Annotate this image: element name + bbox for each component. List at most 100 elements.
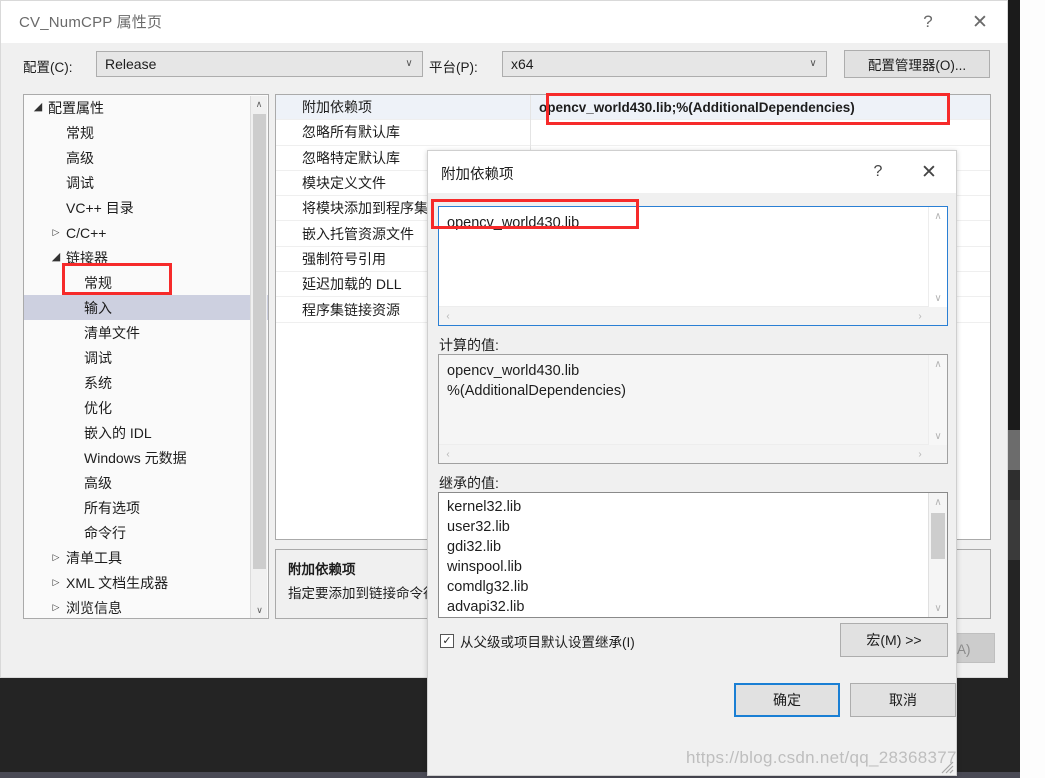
dependencies-vertical-scrollbar[interactable]: ∧ ∨ bbox=[928, 207, 947, 307]
tree-list: 配置属性常规高级调试VC++ 目录C/C++链接器常规输入清单文件调试系统优化嵌… bbox=[24, 95, 268, 618]
computed-value-text: opencv_world430.lib %(AdditionalDependenc… bbox=[439, 355, 929, 445]
scroll-down-icon[interactable]: ∨ bbox=[929, 289, 947, 307]
table-row[interactable]: 附加依赖项 opencv_world430.lib;%(AdditionalDep… bbox=[276, 95, 990, 121]
tree-item-label: 浏览信息 bbox=[66, 599, 122, 616]
ok-button[interactable]: 确定 bbox=[734, 683, 840, 717]
inherited-value-label: 继承的值: bbox=[439, 475, 499, 491]
tree-item-label: 系统 bbox=[84, 374, 112, 391]
scrollbar-corner bbox=[929, 307, 947, 325]
tree-scrollbar-thumb[interactable] bbox=[253, 114, 266, 569]
tree-item-13[interactable]: 嵌入的 IDL bbox=[24, 420, 268, 445]
tree-item-9[interactable]: 清单文件 bbox=[24, 320, 268, 345]
configuration-value: Release bbox=[105, 56, 157, 72]
help-icon[interactable]: ? bbox=[855, 151, 901, 193]
tree-item-8[interactable]: 输入 bbox=[24, 295, 268, 320]
dependencies-input[interactable]: opencv_world430.lib ∧ ∨ ‹ › bbox=[438, 206, 948, 326]
computed-value-line: %(AdditionalDependencies) bbox=[447, 383, 626, 399]
table-row[interactable]: 忽略所有默认库 bbox=[276, 120, 990, 146]
inherited-value-line: winspool.lib bbox=[447, 559, 522, 575]
page-title: CV_NumCPP 属性页 bbox=[19, 14, 163, 31]
macros-button[interactable]: 宏(M) >> bbox=[840, 623, 948, 657]
tree-item-label: 调试 bbox=[66, 174, 94, 191]
property-value[interactable]: opencv_world430.lib;%(AdditionalDependen… bbox=[531, 100, 990, 115]
scroll-down-icon[interactable]: ∨ bbox=[251, 602, 268, 618]
tree-item-10[interactable]: 调试 bbox=[24, 345, 268, 370]
tree-item-6[interactable]: 链接器 bbox=[24, 245, 268, 270]
inherited-value-line: advapi32.lib bbox=[447, 599, 525, 615]
scroll-up-icon[interactable]: ∧ bbox=[929, 207, 947, 225]
configuration-manager-button[interactable]: 配置管理器(O)... bbox=[844, 50, 990, 78]
twisty-closed-icon[interactable] bbox=[48, 228, 64, 237]
tree-item-11[interactable]: 系统 bbox=[24, 370, 268, 395]
twisty-open-icon[interactable] bbox=[30, 102, 46, 113]
tree-item-14[interactable]: Windows 元数据 bbox=[24, 445, 268, 470]
twisty-open-icon[interactable] bbox=[48, 252, 64, 263]
dependencies-input-text[interactable]: opencv_world430.lib bbox=[439, 207, 929, 307]
scroll-up-icon[interactable]: ∧ bbox=[929, 355, 947, 373]
tree-item-12[interactable]: 优化 bbox=[24, 395, 268, 420]
scroll-down-icon[interactable]: ∨ bbox=[929, 427, 947, 445]
twisty-closed-icon[interactable] bbox=[48, 553, 64, 562]
tree-item-20[interactable]: 浏览信息 bbox=[24, 595, 268, 618]
tree-item-0[interactable]: 配置属性 bbox=[24, 95, 268, 120]
tree-item-5[interactable]: C/C++ bbox=[24, 220, 268, 245]
computed-vertical-scrollbar[interactable]: ∧ ∨ bbox=[928, 355, 947, 445]
tree-item-label: 高级 bbox=[84, 474, 112, 491]
inherited-value-text: kernel32.lib user32.lib gdi32.lib winspool.… bbox=[439, 493, 929, 617]
scroll-down-icon[interactable]: ∨ bbox=[929, 599, 947, 617]
tree-item-17[interactable]: 命令行 bbox=[24, 520, 268, 545]
tree-item-15[interactable]: 高级 bbox=[24, 470, 268, 495]
tree-item-label: 调试 bbox=[84, 349, 112, 366]
inherit-checkbox[interactable]: ✓ bbox=[440, 634, 454, 648]
inherited-value-line: user32.lib bbox=[447, 519, 510, 535]
twisty-closed-icon[interactable] bbox=[48, 603, 64, 612]
help-icon[interactable]: ? bbox=[905, 1, 951, 43]
dependencies-horizontal-scrollbar[interactable]: ‹ › bbox=[439, 306, 929, 325]
inherit-checkbox-row[interactable]: ✓ 从父级或项目默认设置继承(I) bbox=[440, 631, 635, 651]
scroll-left-icon[interactable]: ‹ bbox=[439, 307, 457, 325]
tree-item-label: 常规 bbox=[84, 274, 112, 291]
inherited-value-line: kernel32.lib bbox=[447, 499, 522, 515]
property-name: 附加依赖项 bbox=[302, 99, 372, 116]
inherited-scrollbar-thumb[interactable] bbox=[931, 513, 945, 559]
tree-item-label: 嵌入的 IDL bbox=[84, 424, 152, 441]
cancel-button[interactable]: 取消 bbox=[850, 683, 956, 717]
configuration-tree[interactable]: 配置属性常规高级调试VC++ 目录C/C++链接器常规输入清单文件调试系统优化嵌… bbox=[23, 94, 269, 619]
inherit-checkbox-label: 从父级或项目默认设置继承(I) bbox=[460, 635, 635, 650]
tree-item-label: VC++ 目录 bbox=[66, 199, 134, 216]
dependencies-input-line: opencv_world430.lib bbox=[447, 215, 580, 231]
tree-item-label: 配置属性 bbox=[48, 99, 104, 116]
tree-item-16[interactable]: 所有选项 bbox=[24, 495, 268, 520]
twisty-closed-icon[interactable] bbox=[48, 578, 64, 587]
scroll-right-icon[interactable]: › bbox=[911, 307, 929, 325]
tree-item-3[interactable]: 调试 bbox=[24, 170, 268, 195]
chevron-down-icon: ∨ bbox=[809, 58, 817, 69]
tree-item-7[interactable]: 常规 bbox=[24, 270, 268, 295]
tree-item-18[interactable]: 清单工具 bbox=[24, 545, 268, 570]
platform-dropdown[interactable]: x64 ∨ bbox=[502, 51, 827, 77]
window-titlebar: CV_NumCPP 属性页 ? ✕ bbox=[1, 1, 1007, 43]
tree-item-label: 常规 bbox=[66, 124, 94, 141]
tree-item-1[interactable]: 常规 bbox=[24, 120, 268, 145]
scroll-right-icon[interactable]: › bbox=[911, 445, 929, 463]
computed-horizontal-scrollbar[interactable]: ‹ › bbox=[439, 444, 929, 463]
scroll-up-icon[interactable]: ∧ bbox=[929, 493, 947, 511]
backdrop-white-margin bbox=[1020, 0, 1045, 778]
tree-item-4[interactable]: VC++ 目录 bbox=[24, 195, 268, 220]
tree-item-label: 优化 bbox=[84, 399, 112, 416]
inherited-vertical-scrollbar[interactable]: ∧ ∨ bbox=[928, 493, 947, 617]
close-icon[interactable]: ✕ bbox=[906, 151, 952, 193]
computed-value-box: opencv_world430.lib %(AdditionalDependenc… bbox=[438, 354, 948, 464]
tree-item-19[interactable]: XML 文档生成器 bbox=[24, 570, 268, 595]
scroll-left-icon[interactable]: ‹ bbox=[439, 445, 457, 463]
scroll-up-icon[interactable]: ∧ bbox=[251, 96, 267, 113]
close-icon[interactable]: ✕ bbox=[957, 1, 1003, 43]
configuration-label: 配置(C): bbox=[23, 60, 73, 75]
tree-item-label: 清单工具 bbox=[66, 549, 122, 566]
tree-item-2[interactable]: 高级 bbox=[24, 145, 268, 170]
tree-item-label: 链接器 bbox=[66, 249, 108, 266]
computed-value-label: 计算的值: bbox=[439, 337, 499, 353]
configuration-dropdown[interactable]: Release ∨ bbox=[96, 51, 423, 77]
tree-scrollbar[interactable]: ∧ ∨ bbox=[250, 96, 268, 618]
inherited-value-line: comdlg32.lib bbox=[447, 579, 529, 595]
